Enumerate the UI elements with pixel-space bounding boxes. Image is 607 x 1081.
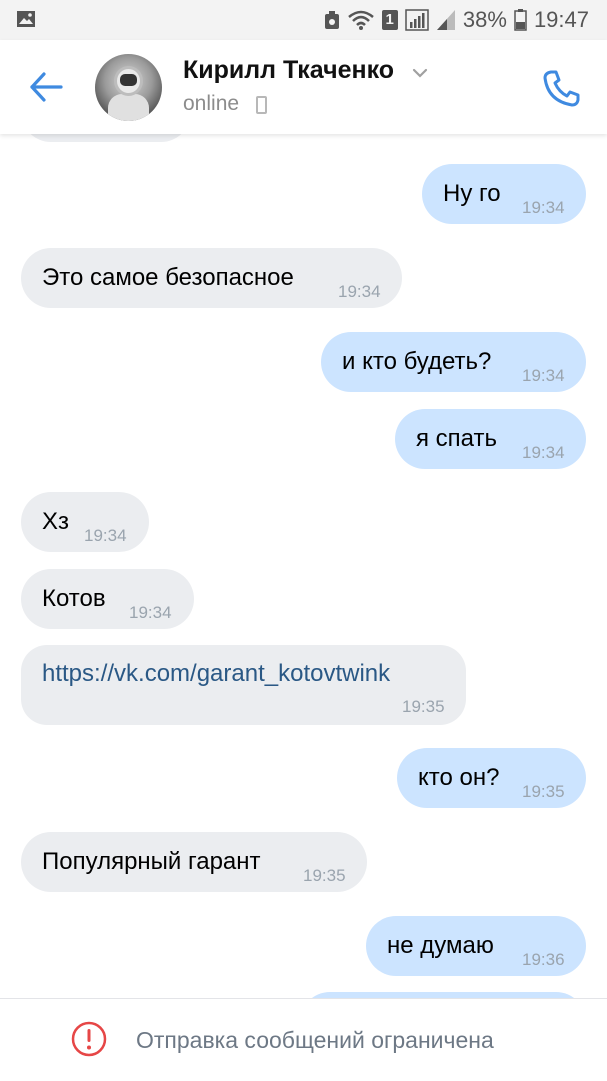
- call-icon[interactable]: [542, 68, 582, 108]
- message-time: 19:34: [522, 366, 565, 385]
- avatar[interactable]: [95, 54, 162, 121]
- back-arrow-icon[interactable]: [28, 70, 64, 104]
- message-text: Хз: [42, 508, 70, 535]
- battery-icon: [514, 9, 527, 31]
- message-text: я спать: [416, 425, 497, 452]
- recycle-icon: [324, 11, 339, 29]
- message-text: Котов: [42, 585, 106, 612]
- message-time: 19:34: [522, 443, 565, 462]
- chevron-down-icon[interactable]: [412, 68, 428, 78]
- message-time: 19:34: [84, 526, 127, 545]
- message-link[interactable]: https://vk.com/garant_kotovtwink: [42, 662, 390, 686]
- message-time: 19:35: [303, 866, 346, 885]
- message-time: 19:34: [522, 198, 565, 217]
- online-status: online: [183, 92, 240, 115]
- message-time: 19:34: [129, 603, 172, 622]
- sim-badge: 1: [381, 10, 398, 30]
- message-bubble-partial-top: [21, 134, 191, 142]
- message-bubble-outgoing[interactable]: и кто будеть? 19:34: [321, 332, 586, 392]
- message-bubble-incoming[interactable]: Популярный гарант 19:35: [21, 832, 367, 892]
- contact-name[interactable]: Кирилл Ткаченко: [183, 56, 394, 85]
- message-bubble-outgoing[interactable]: кто он? 19:35: [397, 748, 586, 808]
- message-text: Ну го: [443, 180, 501, 207]
- message-list[interactable]: Ну го 19:34 Это самое безопасное 19:34 и…: [0, 134, 607, 1000]
- message-bubble-outgoing[interactable]: Ну го 19:34: [422, 164, 586, 224]
- message-text: кто он?: [418, 764, 500, 791]
- message-time: 19:36: [522, 950, 565, 969]
- clock: 19:47: [533, 7, 589, 32]
- mobile-device-icon: [256, 96, 267, 114]
- message-bubble-incoming[interactable]: Котов 19:34: [21, 569, 194, 629]
- status-bar: 1 38% 19:47: [0, 0, 607, 40]
- message-bubble-incoming-link[interactable]: https://vk.com/garant_kotovtwink 19:35: [21, 645, 466, 725]
- message-time: 19:35: [402, 697, 445, 716]
- signal-icon-2: [436, 10, 455, 30]
- message-bubble-incoming[interactable]: Хз 19:34: [21, 492, 149, 552]
- message-bubble-outgoing[interactable]: я спать 19:34: [395, 409, 586, 469]
- battery-percent: 38%: [462, 7, 507, 32]
- message-bubble-incoming[interactable]: Это самое безопасное 19:34: [21, 248, 402, 308]
- messaging-restricted-bar: Отправка сообщений ограничена: [0, 998, 607, 1081]
- message-time: 19:34: [338, 282, 381, 301]
- warning-icon: [71, 1021, 107, 1057]
- message-text: не думаю: [387, 932, 494, 959]
- message-time: 19:35: [522, 782, 565, 801]
- message-text: Популярный гарант: [42, 848, 261, 875]
- message-text: Это самое безопасное: [42, 264, 294, 291]
- message-text: и кто будеть?: [342, 348, 492, 375]
- wifi-icon: [347, 10, 374, 30]
- restriction-notice: Отправка сообщений ограничена: [136, 1027, 494, 1053]
- chat-header: Кирилл Ткаченко online: [0, 40, 607, 134]
- signal-icon-1: [405, 9, 429, 31]
- message-bubble-outgoing[interactable]: не думаю 19:36: [366, 916, 586, 976]
- image-notification-icon: [17, 11, 35, 27]
